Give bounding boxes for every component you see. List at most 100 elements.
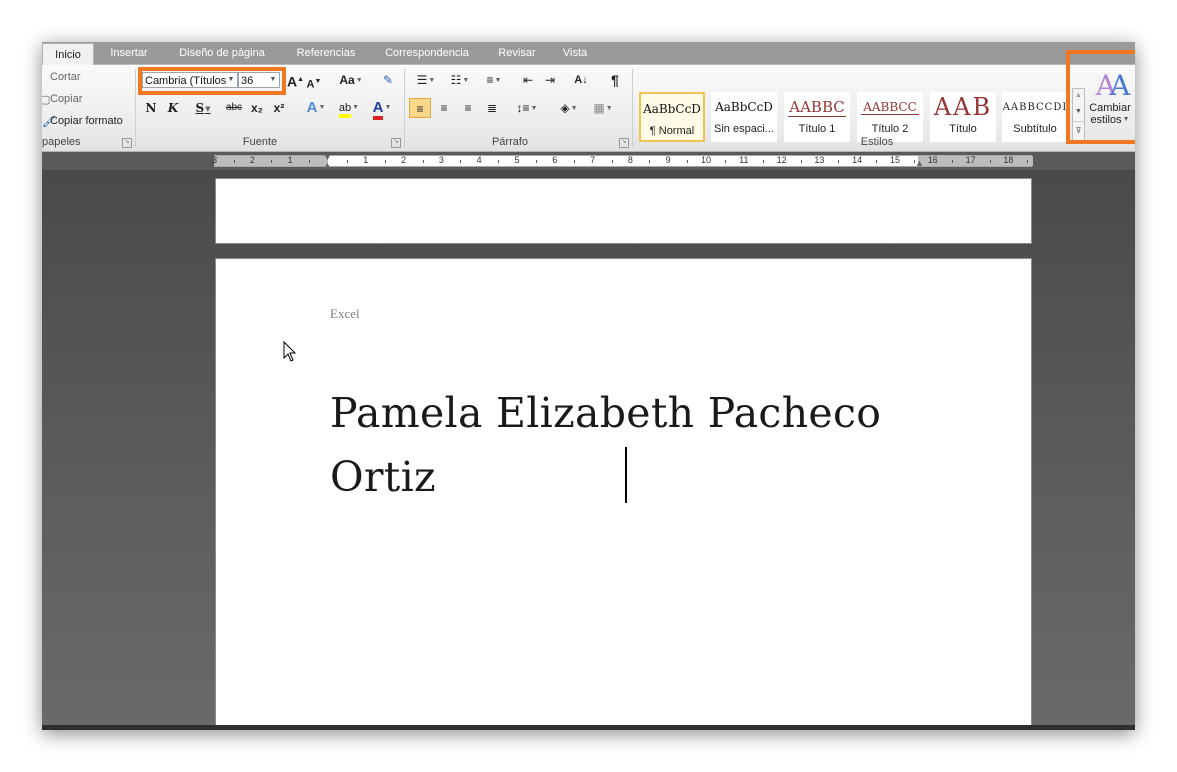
style-titulo-2[interactable]: AABBCC Título 2 xyxy=(857,92,923,142)
ruler-tick xyxy=(422,160,424,163)
ruler-number: 1 xyxy=(287,155,293,165)
ruler-tick xyxy=(460,160,462,163)
ruler-number: 12 xyxy=(776,155,787,165)
style-subtitulo[interactable]: AABBCCDI Subtítulo xyxy=(1002,92,1068,142)
ruler-tick xyxy=(498,160,500,163)
ruler-number: 16 xyxy=(927,155,938,165)
line-spacing-button[interactable]: ↕≡▼ xyxy=(512,98,542,118)
horizontal-ruler[interactable]: 3 2 1 1 2 3 4 5 6 7 8 9 10 11 12 13 14 15 16 17 18 ▼ ▲ ▲ xyxy=(212,153,1033,170)
ruler-tick xyxy=(951,160,953,163)
shrink-font-button[interactable]: A▼ xyxy=(306,72,322,92)
ruler-number: 13 xyxy=(814,155,825,165)
style-label: Título xyxy=(949,123,977,135)
clipboard-launcher-icon[interactable]: ↘ xyxy=(122,138,132,148)
ruler-number: 17 xyxy=(965,155,976,165)
document-title[interactable]: Pamela Elizabeth Pacheco Ortiz xyxy=(330,381,930,509)
font-highlight-box xyxy=(138,67,286,95)
highlighter-icon: ab xyxy=(338,102,352,118)
style-label: Título 1 xyxy=(798,123,836,135)
bold-button[interactable]: N xyxy=(142,98,160,118)
right-indent-marker-icon[interactable]: ▲ xyxy=(915,159,924,168)
font-color-icon: A xyxy=(372,99,384,120)
ruler-tick xyxy=(687,160,689,163)
indent-marker-icon[interactable]: ▼ ▲ xyxy=(323,153,332,170)
tab-revisar[interactable]: Revisar xyxy=(490,42,544,64)
page-header-text[interactable]: Excel xyxy=(330,306,360,322)
document-page[interactable]: Excel Pamela Elizabeth Pacheco Ortiz xyxy=(215,258,1032,730)
ruler-number: 2 xyxy=(249,155,255,165)
copy-button[interactable]: Copiar xyxy=(50,93,82,105)
group-separator xyxy=(135,69,136,147)
tab-referencias[interactable]: Referencias xyxy=(286,42,366,64)
style-label: Sin espaci... xyxy=(714,123,774,135)
highlight-color-button[interactable]: ab▼ xyxy=(334,98,364,118)
subscript-button[interactable]: x₂ xyxy=(248,98,266,118)
clipboard-group-label: papeles xyxy=(42,136,81,148)
tab-inicio[interactable]: Inicio xyxy=(42,43,94,66)
font-launcher-icon[interactable]: ↘ xyxy=(391,138,401,148)
ruler-number: 10 xyxy=(700,155,711,165)
ruler-tick xyxy=(876,160,878,163)
italic-button[interactable]: K xyxy=(164,98,182,118)
text-cursor xyxy=(625,447,627,503)
tab-vista[interactable]: Vista xyxy=(554,42,596,64)
show-marks-button[interactable]: ¶ xyxy=(604,70,626,90)
style-label: ¶ Normal xyxy=(649,125,695,137)
tab-insertar[interactable]: Insertar xyxy=(101,42,157,64)
decrease-indent-icon[interactable]: ⇤ xyxy=(518,70,538,90)
ruler-tick xyxy=(838,160,840,163)
numbering-button[interactable]: ☷▼ xyxy=(445,70,475,90)
sort-icon[interactable]: A↓ xyxy=(570,70,592,90)
ruler-tick xyxy=(724,160,726,163)
ruler-tick xyxy=(762,160,764,163)
ruler-number: 11 xyxy=(739,155,749,165)
style-sample: AABBCCDI xyxy=(1002,102,1068,113)
increase-indent-icon[interactable]: ⇥ xyxy=(540,70,560,90)
ruler-number: 14 xyxy=(852,155,863,165)
align-left-button[interactable]: ≡ xyxy=(409,98,431,118)
style-sample: AAB xyxy=(933,93,993,121)
multilevel-list-button[interactable]: ≡▼ xyxy=(479,70,509,90)
ruler-number: 5 xyxy=(514,155,520,165)
ruler-tick xyxy=(989,160,991,163)
ruler-number: 3 xyxy=(212,155,218,165)
paragraph-launcher-icon[interactable]: ↘ xyxy=(619,138,629,148)
format-painter-button[interactable]: Copiar formato xyxy=(50,115,123,127)
align-center-button[interactable]: ≡ xyxy=(434,98,454,118)
tab-diseno-pagina[interactable]: Diseño de página xyxy=(166,42,278,64)
style-titulo[interactable]: AAB Título xyxy=(930,92,996,142)
ruler-number: 6 xyxy=(552,155,558,165)
strikethrough-button[interactable]: abc xyxy=(224,98,244,118)
group-separator xyxy=(632,69,633,147)
font-color-button[interactable]: A▼ xyxy=(368,98,396,120)
document-area: Excel Pamela Elizabeth Pacheco Ortiz xyxy=(42,170,1135,730)
ruler-tick xyxy=(346,160,348,163)
borders-button[interactable]: ▦▼ xyxy=(588,98,618,118)
change-case-button[interactable]: Aa▼ xyxy=(338,70,364,90)
change-styles-highlight-box xyxy=(1066,50,1135,144)
style-sample: AABBCC xyxy=(861,100,919,115)
ruler-number: 18 xyxy=(1003,155,1014,165)
bullets-button[interactable]: ☰▼ xyxy=(411,70,441,90)
ruler-number: 1 xyxy=(363,155,369,165)
text-effects-button[interactable]: A▼ xyxy=(302,98,330,118)
ruler-number: 3 xyxy=(438,155,444,165)
grow-font-button[interactable]: A▲ xyxy=(287,70,304,90)
clear-format-icon[interactable]: ✎ xyxy=(378,70,398,90)
ruler-number: 2 xyxy=(401,155,407,165)
tab-correspondencia[interactable]: Correspondencia xyxy=(374,42,480,64)
shading-button[interactable]: ◈▼ xyxy=(554,98,584,118)
align-right-button[interactable]: ≡ xyxy=(458,98,478,118)
superscript-button[interactable]: x² xyxy=(270,98,288,118)
style-label: Título 2 xyxy=(871,123,909,135)
style-normal[interactable]: AaBbCcD ¶ Normal xyxy=(639,92,705,142)
style-label: Subtítulo xyxy=(1013,123,1057,135)
style-sample: AaBbCcD xyxy=(715,100,773,114)
justify-button[interactable]: ≣ xyxy=(482,98,502,118)
style-sin-espaciado[interactable]: AaBbCcD Sin espaci... xyxy=(711,92,777,142)
style-titulo-1[interactable]: AABBC Título 1 xyxy=(784,92,850,142)
underline-button[interactable]: S▼ xyxy=(188,98,218,118)
cut-button[interactable]: Cortar xyxy=(50,71,81,83)
ruler-tick xyxy=(573,160,575,163)
ruler-number: 15 xyxy=(889,155,900,165)
